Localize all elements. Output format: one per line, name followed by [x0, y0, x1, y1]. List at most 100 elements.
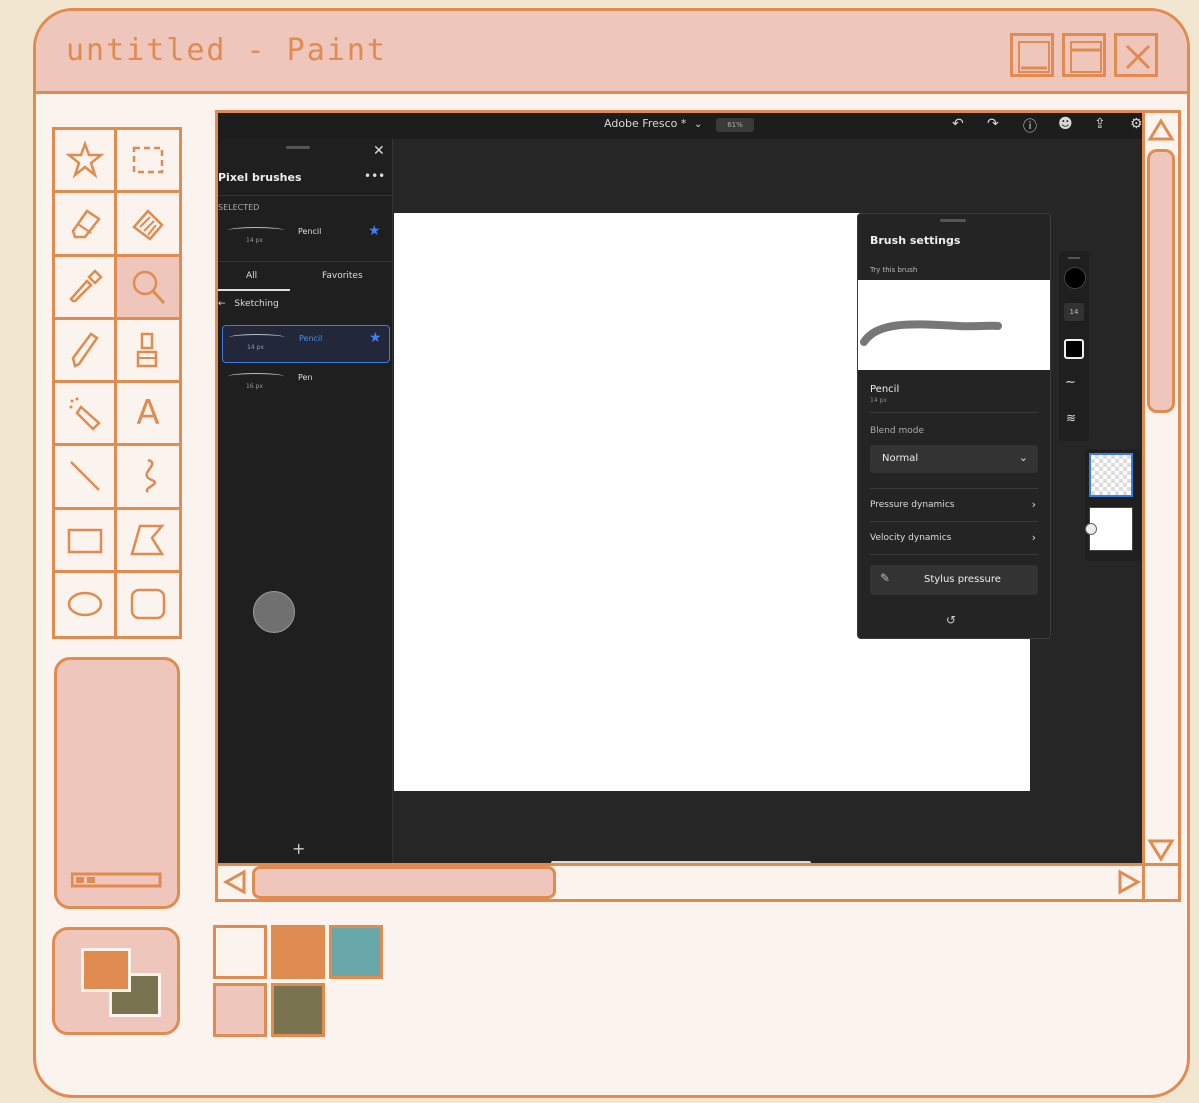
ellipse-tool[interactable]	[55, 572, 117, 636]
brush-settings-panel: Brush settings Try this brush Pencil 14 …	[857, 213, 1051, 639]
category-back[interactable]: ← Sketching	[218, 299, 279, 309]
close-icon[interactable]: ✕	[373, 143, 385, 159]
active-tab-indicator	[218, 289, 290, 291]
free-select-tool[interactable]	[55, 130, 117, 194]
rect-select-tool[interactable]	[117, 130, 179, 194]
brush-icon	[136, 332, 158, 368]
list-item[interactable]: 16 px Pen	[222, 365, 388, 401]
fill-icon	[132, 209, 164, 242]
close-icon	[1125, 44, 1151, 70]
reset-icon[interactable]: ↺	[946, 613, 956, 627]
text-tool-label: A	[136, 393, 160, 434]
tool-options-panel[interactable]	[54, 657, 180, 909]
tab-all[interactable]: All	[246, 271, 257, 281]
window-title: untitled - Paint	[66, 33, 387, 68]
settings-sliders-icon[interactable]: ≋	[1066, 411, 1076, 425]
vertical-scroll-thumb[interactable]	[1147, 149, 1175, 413]
velocity-dynamics-row[interactable]: Velocity dynamics ›	[870, 531, 1038, 544]
chevron-right-icon: ›	[1031, 498, 1036, 511]
paint-window: untitled - Paint A Adobe Fresco * ⌄ 61% …	[33, 8, 1190, 1098]
scroll-right-icon	[1118, 869, 1142, 895]
blend-mode-select[interactable]: Normal ⌄	[870, 445, 1038, 473]
tab-favorites[interactable]: Favorites	[322, 271, 363, 281]
selected-brush[interactable]: 14 px Pencil ★	[222, 219, 388, 255]
palette-swatch-teal[interactable]	[329, 925, 383, 979]
magnifier-tool[interactable]	[117, 256, 179, 320]
palette-swatch-orange[interactable]	[271, 925, 325, 979]
chevron-down-icon: ⌄	[1018, 451, 1028, 464]
pencil-icon	[71, 332, 99, 368]
horizontal-scroll-thumb[interactable]	[252, 866, 556, 899]
maximize-button[interactable]	[1062, 33, 1106, 77]
palette-swatch-pink[interactable]	[213, 983, 267, 1037]
airbrush-tool[interactable]	[55, 383, 117, 447]
brush-dot-icon[interactable]	[1064, 267, 1086, 289]
layer-minus-icon[interactable]	[1085, 523, 1097, 535]
brush-tabs: All Favorites	[218, 265, 392, 291]
curve-tool[interactable]	[117, 446, 179, 510]
more-icon[interactable]: •••	[364, 169, 385, 183]
settings-brush-size: 14 px	[870, 397, 887, 404]
try-brush-label: Try this brush	[870, 266, 918, 274]
panel-grabber[interactable]	[286, 146, 310, 149]
layer-thumbnail[interactable]	[1089, 453, 1133, 497]
vertical-scrollbar[interactable]	[1142, 113, 1178, 866]
try-brush-area[interactable]	[858, 280, 1050, 370]
palette-swatch-white[interactable]	[213, 925, 267, 979]
text-tool[interactable]: A	[117, 383, 179, 447]
pressure-dynamics-row[interactable]: Pressure dynamics ›	[870, 498, 1038, 511]
scroll-up-icon	[1147, 118, 1175, 141]
size-badge[interactable]: 14	[1064, 303, 1084, 321]
chevron-right-icon: ›	[1031, 531, 1036, 544]
rounded-rect-tool[interactable]	[117, 573, 179, 636]
rail-grabber[interactable]	[1068, 257, 1080, 259]
rectangle-tool[interactable]	[55, 509, 117, 573]
stylus-pressure-label: Stylus pressure	[924, 574, 1001, 585]
primary-color-swatch[interactable]	[81, 948, 131, 992]
brush-tool[interactable]	[117, 320, 179, 383]
brushes-panel-title: Pixel brushes	[218, 171, 302, 184]
color-swatch-icon[interactable]	[1064, 339, 1084, 359]
palette-swatch-olive[interactable]	[271, 983, 325, 1037]
gear-icon[interactable]: ⚙	[1130, 116, 1143, 132]
fill-tool[interactable]	[117, 193, 179, 257]
blend-mode-label: Blend mode	[870, 426, 925, 436]
category-label: Sketching	[234, 299, 279, 309]
magnifier-icon	[132, 270, 166, 304]
eyedropper-tool[interactable]	[55, 256, 117, 320]
brush-name: Pencil	[299, 334, 323, 343]
line-tool[interactable]	[55, 446, 117, 510]
brush-cursor	[253, 591, 295, 633]
layers-strip	[1085, 449, 1141, 561]
star-icon[interactable]: ★	[368, 223, 381, 239]
star-icon[interactable]: ★	[369, 330, 382, 346]
redo-icon[interactable]: ↷	[987, 116, 999, 132]
back-arrow-icon: ←	[218, 299, 226, 309]
add-icon[interactable]: +	[292, 839, 305, 858]
minimize-button[interactable]	[1010, 33, 1054, 77]
close-button[interactable]	[1114, 33, 1158, 77]
maximize-icon	[1070, 41, 1102, 73]
stylus-pressure-button[interactable]: ✎ Stylus pressure	[870, 565, 1038, 595]
polygon-tool[interactable]	[117, 510, 179, 573]
brush-name: Pencil	[298, 227, 322, 236]
list-item[interactable]: 14 px Pencil ★	[222, 325, 390, 363]
user-icon[interactable]: ☻	[1058, 116, 1073, 132]
divider	[870, 488, 1038, 489]
horizontal-scrollbar[interactable]	[218, 863, 1145, 899]
eraser-tool[interactable]	[55, 193, 117, 257]
line-width-icon	[71, 872, 162, 888]
share-icon[interactable]: ⇪	[1094, 116, 1106, 132]
brush-stroke-preview	[228, 373, 284, 380]
help-icon[interactable]: ⓘ	[1023, 116, 1037, 136]
toolbox: A	[52, 127, 182, 639]
chevron-down-icon[interactable]: ⌄	[694, 119, 702, 130]
color-preview[interactable]	[52, 927, 180, 1035]
panel-grabber[interactable]	[940, 219, 966, 222]
smoothing-icon[interactable]: ∼	[1065, 375, 1076, 390]
blend-mode-value: Normal	[882, 453, 919, 464]
curve-icon	[145, 459, 156, 494]
pencil-tool[interactable]	[55, 319, 117, 383]
undo-icon[interactable]: ↶	[952, 116, 964, 132]
document-title[interactable]: Adobe Fresco *	[604, 117, 686, 130]
